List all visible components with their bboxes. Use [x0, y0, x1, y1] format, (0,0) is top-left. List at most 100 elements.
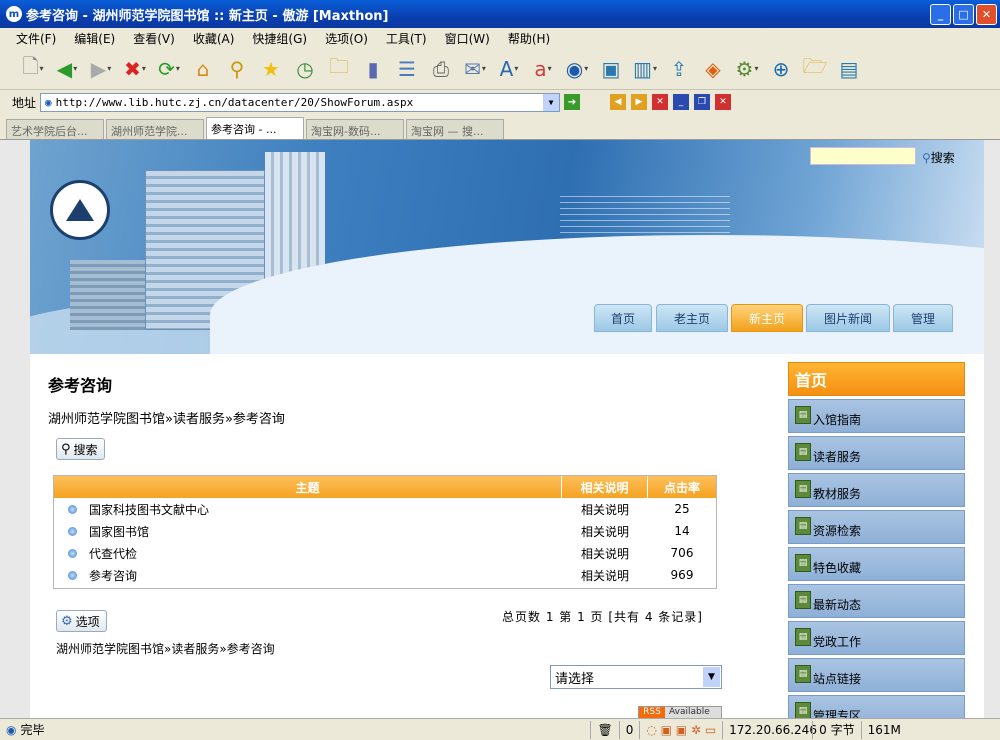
go-icon[interactable]: ➔ — [564, 94, 581, 110]
maximize-button[interactable]: □ — [953, 4, 974, 25]
sidebar-item-special-collections[interactable]: ▤ 特色收藏 — [788, 547, 965, 581]
trash-icon[interactable]: 🗑 — [590, 720, 618, 739]
sidebar-item-party-work[interactable]: ▤ 党政工作 — [788, 621, 965, 655]
menu-file[interactable]: 文件(F) — [16, 30, 56, 47]
site-search-link[interactable]: ⚲搜索 — [922, 149, 955, 166]
stop-icon[interactable]: ✖ ▾ — [120, 54, 150, 84]
note-link[interactable]: 相关说明 — [562, 501, 648, 518]
window-title: 参考咨询 - 湖州师范学院图书馆 :: 新主页 - 傲游 [Maxthon] — [26, 8, 389, 24]
next-tab-icon[interactable]: ▶ — [631, 94, 648, 110]
tab-taobao-digital[interactable]: 淘宝网-数码... — [306, 119, 404, 139]
minimize-button[interactable]: _ — [930, 4, 951, 25]
maxthon-app-icon[interactable]: m — [6, 6, 22, 22]
columns-icon[interactable]: ▥ ▾ — [630, 54, 660, 84]
book-icon[interactable]: ▮ — [358, 54, 388, 84]
font-icon[interactable]: A ▾ — [494, 54, 524, 84]
sidebar-item-links[interactable]: ▤ 站点链接 — [788, 658, 965, 692]
pager-text: 总页数 1 第 1 页 [共有 4 条记录] — [502, 610, 703, 624]
print-icon[interactable]: ⎙ — [426, 54, 456, 84]
sidebar-item-latest-news[interactable]: ▤ 最新动态 — [788, 584, 965, 618]
nav-old-home[interactable]: 老主页 — [656, 304, 728, 332]
rss-badge[interactable]: RSS Available — [638, 706, 722, 718]
book-icon: ▤ — [795, 554, 811, 572]
header-note: 相关说明 — [562, 476, 648, 498]
minimize-tab-icon[interactable]: _ — [673, 94, 690, 110]
nav-new-home[interactable]: 新主页 — [731, 304, 803, 332]
back-icon[interactable]: ◀ ▾ — [52, 54, 82, 84]
search-icon[interactable]: ⚲ — [222, 54, 252, 84]
table-row: 国家科技图书文献中心 相关说明 25 — [54, 498, 716, 520]
new-page-icon[interactable]: 🗋 ▾ — [18, 54, 48, 84]
window-icon[interactable]: ▣ — [596, 54, 626, 84]
menu-favorites[interactable]: 收藏(A) — [193, 30, 235, 47]
book-icon: ▤ — [795, 443, 811, 461]
note-link[interactable]: 相关说明 — [562, 567, 648, 584]
nav-home[interactable]: 首页 — [594, 304, 652, 332]
status-tools-icons[interactable]: ◌ ▣ ▣ ✲ ▭ — [639, 720, 722, 739]
panel-icon[interactable]: ▤ — [834, 54, 864, 84]
sidebar-header[interactable]: 首页 — [788, 362, 965, 396]
topic-link[interactable]: 参考咨询 — [89, 567, 137, 584]
sidebar-item-reader-services[interactable]: ▤ 读者服务 — [788, 436, 965, 470]
sidebar-item-guide[interactable]: ▤ 入馆指南 — [788, 399, 965, 433]
topic-link[interactable]: 代查代检 — [89, 545, 137, 562]
history-icon[interactable]: ◷ — [290, 54, 320, 84]
address-input[interactable]: ◉ http://www.lib.hutc.zj.cn/datacenter/2… — [40, 92, 561, 112]
translate-icon[interactable]: a ▾ — [528, 54, 558, 84]
nav-photo-news[interactable]: 图片新闻 — [806, 304, 890, 332]
chevron-down-icon[interactable]: ▼ — [703, 667, 720, 687]
topic-link[interactable]: 国家图书馆 — [89, 523, 149, 540]
folder-icon[interactable]: 🗀 — [324, 54, 354, 84]
sidebar-item-resource-search[interactable]: ▤ 资源检索 — [788, 510, 965, 544]
refresh-icon[interactable]: ⟳ ▾ — [154, 54, 184, 84]
globe-icon[interactable]: ◉ ▾ — [562, 54, 592, 84]
tab-reference[interactable]: 参考咨询 - ... — [206, 117, 304, 139]
options-button[interactable]: ⚙ 选项 — [56, 610, 107, 632]
plugin-icon[interactable]: ⚙ ▾ — [732, 54, 762, 84]
close-button[interactable]: ✕ — [976, 4, 997, 25]
tab-hutc[interactable]: 湖州师范学院... — [106, 119, 204, 139]
favorites-star-icon[interactable]: ★ — [256, 54, 286, 84]
list-icon[interactable]: ☰ — [392, 54, 422, 84]
topic-link[interactable]: 国家科技图书文献中心 — [89, 501, 209, 518]
tab-art-admin[interactable]: 艺术学院后台... — [6, 119, 104, 139]
menu-help[interactable]: 帮助(H) — [508, 30, 550, 47]
restore-tab-icon[interactable]: ❐ — [694, 94, 711, 110]
magnifier-icon: ⚲ — [922, 151, 931, 165]
search-button[interactable]: ⚲ 搜索 — [56, 438, 105, 460]
toolbar: 🗋 ▾ ◀ ▾ ▶ ▾ ✖ ▾ ⟳ ▾ ⌂ ⚲ ★ ◷ 🗀 ▮ ☰ ⎙ ✉ ▾ A ▾ a ▾ … — [0, 48, 1000, 90]
menu-edit[interactable]: 编辑(E) — [74, 30, 115, 47]
menu-window[interactable]: 窗口(W) — [445, 30, 490, 47]
address-label: 地址 — [12, 95, 37, 110]
note-link[interactable]: 相关说明 — [562, 523, 648, 540]
nav-admin[interactable]: 管理 — [893, 304, 953, 332]
menu-view[interactable]: 查看(V) — [133, 30, 175, 47]
tab-strip: 艺术学院后台... 湖州师范学院... 参考咨询 - ... 淘宝网-数码...… — [0, 114, 1000, 140]
close-all-icon[interactable]: ✕ — [715, 94, 732, 110]
forum-select[interactable]: 请选择 ▼ — [550, 665, 722, 689]
export-icon[interactable]: ⇪ — [664, 54, 694, 84]
sidebar-item-admin[interactable]: ▤ 管理专区 — [788, 695, 965, 718]
forward-icon[interactable]: ▶ ▾ — [86, 54, 116, 84]
table-row: 参考咨询 相关说明 969 — [54, 564, 716, 586]
book-icon: ▤ — [795, 517, 811, 535]
open-folder-icon[interactable]: 🗁 — [800, 54, 830, 84]
site-search-input[interactable] — [810, 147, 916, 165]
select-value: 请选择 — [555, 671, 595, 687]
home-icon[interactable]: ⌂ — [188, 54, 218, 84]
menu-options[interactable]: 选项(O) — [325, 30, 368, 47]
close-tab-icon[interactable]: ✕ — [652, 94, 669, 110]
prev-tab-icon[interactable]: ◀ — [610, 94, 627, 110]
tab-taobao-search[interactable]: 淘宝网 — 搜... — [406, 119, 504, 139]
book-icon: ▤ — [795, 591, 811, 609]
clean-icon[interactable]: ◈ — [698, 54, 728, 84]
bytes-count: 0 字节 — [812, 720, 860, 739]
sidebar-item-textbooks[interactable]: ▤ 教材服务 — [788, 473, 965, 507]
mail-icon[interactable]: ✉ ▾ — [460, 54, 490, 84]
menu-groups[interactable]: 快捷组(G) — [252, 30, 307, 47]
note-link[interactable]: 相关说明 — [562, 545, 648, 562]
network-icon[interactable]: ⊕ — [766, 54, 796, 84]
page-icon: ◉ — [45, 95, 52, 109]
menu-tools[interactable]: 工具(T) — [386, 30, 427, 47]
address-dropdown-icon[interactable]: ▼ — [543, 93, 560, 111]
